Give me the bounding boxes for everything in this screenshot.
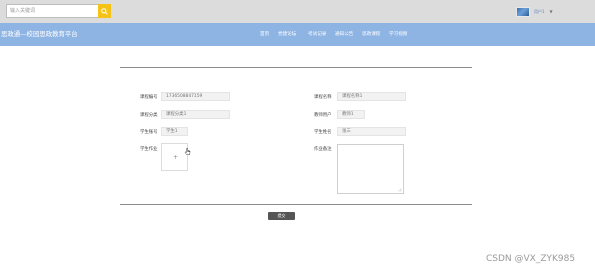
- form-top-divider: [120, 67, 472, 68]
- nav-bar: 思政通—校园思政教育平台 首页 党建论坛 考试记录 通知公告 思政课程 学习视频: [0, 23, 595, 46]
- notes-label: 作业备注: [314, 147, 332, 152]
- top-bar: 用户1 ▼: [0, 0, 595, 23]
- course-type-label: 课程分类: [140, 113, 158, 118]
- teacher-field[interactable]: 教师1: [337, 110, 365, 119]
- nav-item-courses[interactable]: 思政课程: [362, 31, 380, 37]
- resize-handle-icon[interactable]: [398, 188, 402, 192]
- student-name-field[interactable]: 张三: [337, 127, 406, 136]
- nav-item-exam-records[interactable]: 考试记录: [308, 31, 326, 37]
- course-name-field[interactable]: 课程名称1: [337, 92, 406, 101]
- course-name-label: 课程名称: [314, 95, 332, 100]
- course-code-label: 课程编号: [140, 95, 158, 100]
- search-icon: [101, 7, 108, 15]
- form-bottom-divider: [120, 204, 472, 205]
- watermark: CSDN @VX_ZYK985: [486, 254, 576, 264]
- notes-textarea[interactable]: [337, 144, 404, 194]
- student-name-label: 学生姓名: [314, 130, 332, 135]
- search-input[interactable]: [7, 5, 99, 17]
- site-brand[interactable]: 思政通—校园思政教育平台: [1, 29, 78, 38]
- avatar[interactable]: [516, 6, 530, 17]
- course-code-field[interactable]: 1736508847159: [161, 92, 230, 101]
- hand-cursor-icon: [184, 148, 191, 155]
- plus-icon: +: [173, 154, 179, 161]
- nav-item-videos[interactable]: 学习视频: [389, 31, 407, 37]
- course-type-field[interactable]: 课程分类1: [161, 110, 230, 119]
- nav-item-home[interactable]: 首页: [260, 31, 269, 37]
- teacher-label: 教师用户: [314, 113, 332, 118]
- user-menu[interactable]: 用户1 ▼: [516, 6, 553, 17]
- homework-label: 学生作业: [140, 147, 158, 152]
- page: 用户1 ▼ 思政通—校园思政教育平台 首页 党建论坛 考试记录 通知公告 思政课…: [0, 0, 595, 272]
- chevron-down-icon[interactable]: ▼: [550, 9, 553, 14]
- user-name[interactable]: 用户1: [534, 9, 545, 15]
- student-account-label: 学生账号: [140, 130, 158, 135]
- nav-item-forum[interactable]: 党建论坛: [278, 31, 296, 37]
- student-account-field[interactable]: 学生1: [161, 127, 188, 136]
- submit-button[interactable]: 提交: [268, 212, 295, 220]
- search-box: [6, 4, 111, 18]
- search-button[interactable]: [98, 4, 111, 18]
- nav-item-announcements[interactable]: 通知公告: [335, 31, 353, 37]
